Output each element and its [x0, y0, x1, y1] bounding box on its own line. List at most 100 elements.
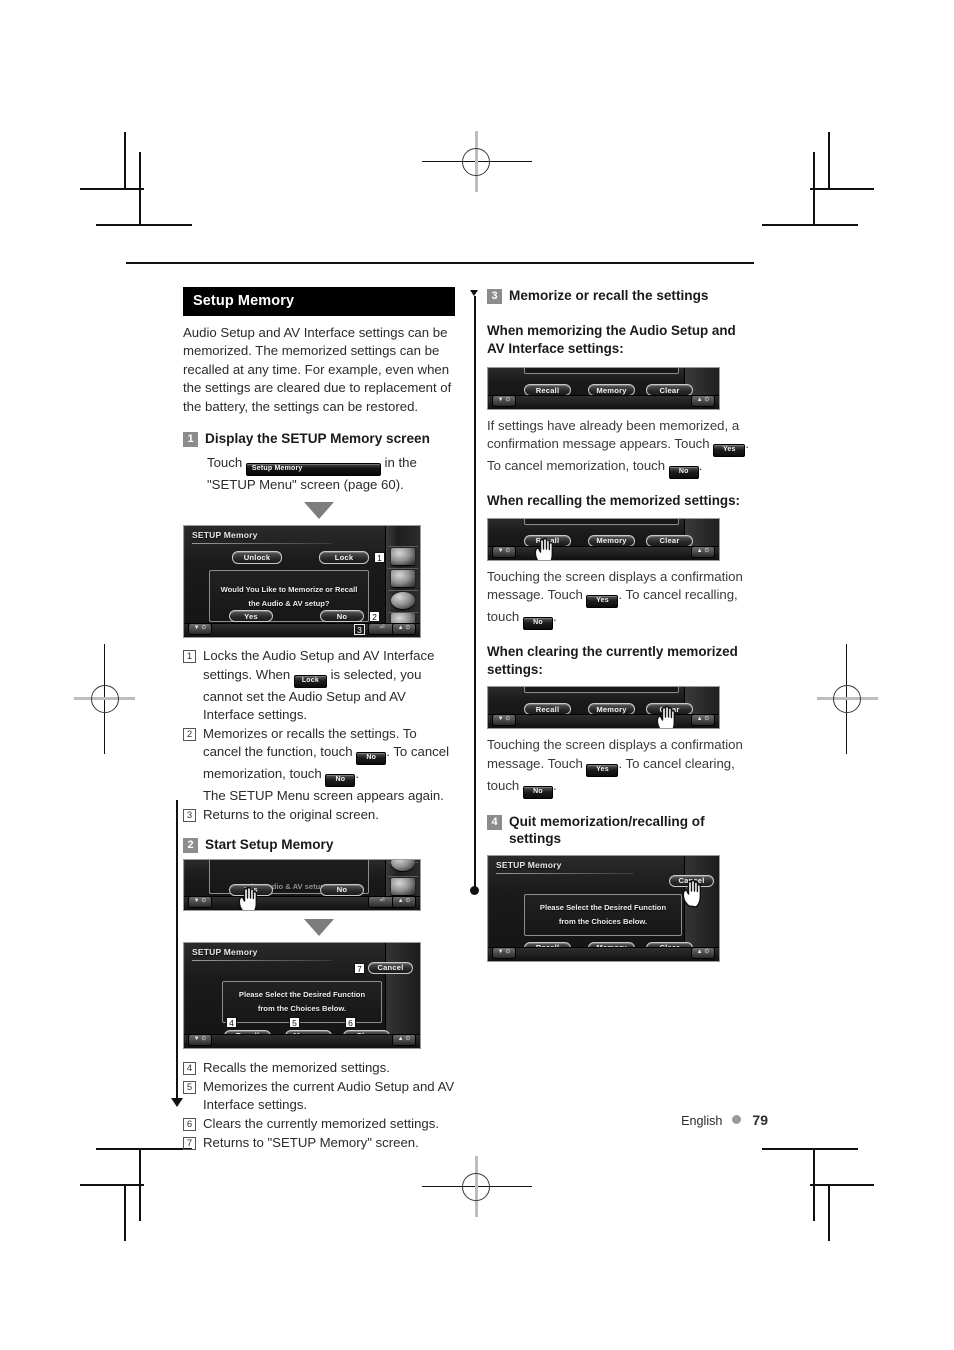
- memorizing-text-a: If settings have already been memorized,…: [487, 418, 740, 452]
- footer-language: English: [681, 1114, 723, 1128]
- ref-num-5: 5: [183, 1080, 196, 1094]
- screen-confirm-yes-cropped: the Audio & AV setup? Yes No ▼ ⊙ ⏎ ▲ ⊙: [183, 858, 421, 911]
- step-2-number: 2: [183, 837, 198, 853]
- ref-item-2: 2 Memorizes or recalls the settings. To …: [183, 725, 455, 805]
- ref-7-text: Returns to "SETUP Memory" screen.: [203, 1135, 419, 1151]
- recalling-text-c: .: [552, 609, 557, 625]
- volume-down-pill-2: ▼ ⊙: [188, 895, 212, 908]
- screen4-title: SETUP Memory: [496, 859, 562, 870]
- no-chip-a: No: [356, 752, 387, 766]
- quit-message-line1: Please Select the Desired Function: [539, 903, 667, 913]
- volume-down-pill-rec: ▼ ⊙: [492, 545, 516, 558]
- flow-line: [176, 800, 178, 1100]
- eject-pill-quit[interactable]: ▲ ⊙: [691, 946, 715, 959]
- volume-down-pill-3: ▼ ⊙: [188, 1033, 212, 1046]
- eject-pill-2[interactable]: ▲ ⊙: [392, 895, 416, 908]
- rail-icon-camera: [391, 570, 415, 588]
- no-chip-clr: No: [522, 785, 553, 799]
- eject-pill-clr[interactable]: ▲ ⊙: [691, 714, 715, 727]
- yes-chip-mem: Yes: [713, 444, 746, 458]
- memorizing-text-c: .: [698, 458, 703, 474]
- eject-pill[interactable]: ▲ ⊙: [392, 623, 416, 636]
- ref-3-text: Returns to the original screen.: [203, 807, 379, 823]
- quit-message-box: Please Select the Desired Function from …: [524, 893, 682, 936]
- recalling-text: Touching the screen displays a confirmat…: [487, 568, 755, 631]
- reference-list-1: 1 Locks the Audio Setup and AV Interface…: [183, 647, 455, 824]
- screen-clearing: Recall Memory Clear ▼ ⊙ ▲ ⊙: [487, 686, 720, 730]
- callout-2: 2: [369, 611, 380, 623]
- ref-num-7: 7: [183, 1137, 196, 1151]
- screen-bottom-bar-quit: [488, 946, 719, 961]
- screen-bottom-bar-3: [184, 1033, 420, 1048]
- callout-5: 5: [289, 1016, 300, 1028]
- callout-6: 6: [345, 1016, 356, 1028]
- confirm-message-line1: Would You Like to Memorize or Recall: [220, 584, 358, 594]
- callout-4: 4: [226, 1016, 237, 1028]
- ref-item-3: 3 Returns to the original screen.: [183, 806, 455, 824]
- eject-pill-3[interactable]: ▲ ⊙: [392, 1033, 416, 1046]
- touch-label: Touch: [207, 455, 243, 471]
- no-chip-rec: No: [522, 617, 553, 631]
- screen-memorizing: Recall Memory Clear ▼ ⊙ ▲ ⊙: [487, 367, 720, 410]
- setup-memory-chip: Setup Memory: [245, 463, 381, 477]
- rail-icon-disc: [391, 859, 415, 871]
- no-button[interactable]: No: [320, 610, 364, 623]
- lock-chip: Lock: [293, 674, 327, 688]
- memorizing-subhead: When memorizing the Audio Setup and AV I…: [487, 323, 736, 356]
- left-column: Setup Memory Audio Setup and AV Interfac…: [183, 287, 455, 1153]
- select-message-box: Please Select the Desired Function from …: [222, 980, 382, 1023]
- screen-recalling: Recall Memory Clear ▼ ⊙ ▲ ⊙: [487, 517, 720, 561]
- screen-select-function: SETUP Memory 7 Cancel Please Select the …: [183, 941, 421, 1049]
- section-intro: Audio Setup and AV Interface settings ca…: [183, 325, 452, 414]
- rail-icon-tools: [391, 877, 415, 895]
- column-divider-dot: [470, 886, 479, 895]
- no-chip-mem: No: [668, 466, 699, 480]
- flow-line-arrow: [170, 1098, 183, 1107]
- clearing-text-c: .: [552, 777, 557, 793]
- hand-cursor-icon: [682, 879, 701, 908]
- ref-num-2: 2: [183, 728, 196, 742]
- step-4-heading: 4 Quit memorization/recalling of setting…: [487, 813, 755, 847]
- eject-pill-rec[interactable]: ▲ ⊙: [691, 545, 715, 558]
- header-rule: [126, 262, 754, 264]
- ref-2-extra: The SETUP Menu screen appears again.: [203, 788, 444, 804]
- clearing-text: Touching the screen displays a confirmat…: [487, 736, 755, 799]
- yes-chip-clr: Yes: [586, 763, 619, 777]
- section-title: Setup Memory: [183, 287, 455, 316]
- ref-num-1: 1: [183, 650, 196, 664]
- clearing-subhead: When clearing the currently memorized se…: [487, 644, 738, 677]
- lock-button[interactable]: Lock: [319, 551, 369, 565]
- page-footer: English 79: [0, 1112, 954, 1128]
- unlock-button[interactable]: Unlock: [232, 551, 282, 565]
- screen1-title: SETUP Memory: [192, 530, 258, 541]
- step-1-instruction: Touch Setup Memory in the "SETUP Menu" s…: [207, 454, 455, 494]
- screen-quit: SETUP Memory Cancel Please Select the De…: [487, 854, 720, 962]
- screen-setup-memory-confirm: SETUP Memory Unlock Lock 1 Would You Lik…: [183, 525, 421, 639]
- ref-num-4: 4: [183, 1061, 196, 1075]
- yes-chip-rec: Yes: [586, 595, 619, 609]
- no-button-2[interactable]: No: [320, 883, 364, 896]
- step-2-title: Start Setup Memory: [205, 836, 334, 852]
- eject-pill-mem[interactable]: ▲ ⊙: [691, 395, 715, 407]
- ref-5-text: Memorizes the current Audio Setup and AV…: [203, 1078, 455, 1113]
- icon-rail-3: [385, 942, 420, 1048]
- ref-2-text-c: .: [355, 766, 360, 782]
- ref-item-7: 7 Returns to "SETUP Memory" screen.: [183, 1134, 455, 1152]
- hand-cursor-icon: [238, 886, 257, 910]
- manual-page: Setup Memory Audio Setup and AV Interfac…: [0, 0, 954, 1350]
- step-3-number: 3: [487, 289, 502, 304]
- confirm-message-line2: the Audio & AV setup?: [248, 598, 330, 608]
- step-3-title: Memorize or recall the settings: [509, 288, 709, 303]
- column-divider: [474, 296, 476, 892]
- step-1-title: Display the SETUP Memory screen: [205, 431, 430, 447]
- quit-message-line2: from the Choices Below.: [558, 917, 648, 927]
- callout-7: 7: [354, 962, 365, 974]
- no-chip-b: No: [325, 774, 356, 788]
- hand-cursor-icon: [656, 706, 675, 729]
- right-column: 3 Memorize or recall the settings When m…: [487, 287, 755, 962]
- screen-bottom-bar-rec: [488, 545, 719, 560]
- yes-button[interactable]: Yes: [229, 610, 273, 623]
- memorizing-text: If settings have already been memorized,…: [487, 417, 755, 480]
- cancel-button[interactable]: Cancel: [368, 961, 413, 974]
- step-4-number: 4: [487, 814, 502, 830]
